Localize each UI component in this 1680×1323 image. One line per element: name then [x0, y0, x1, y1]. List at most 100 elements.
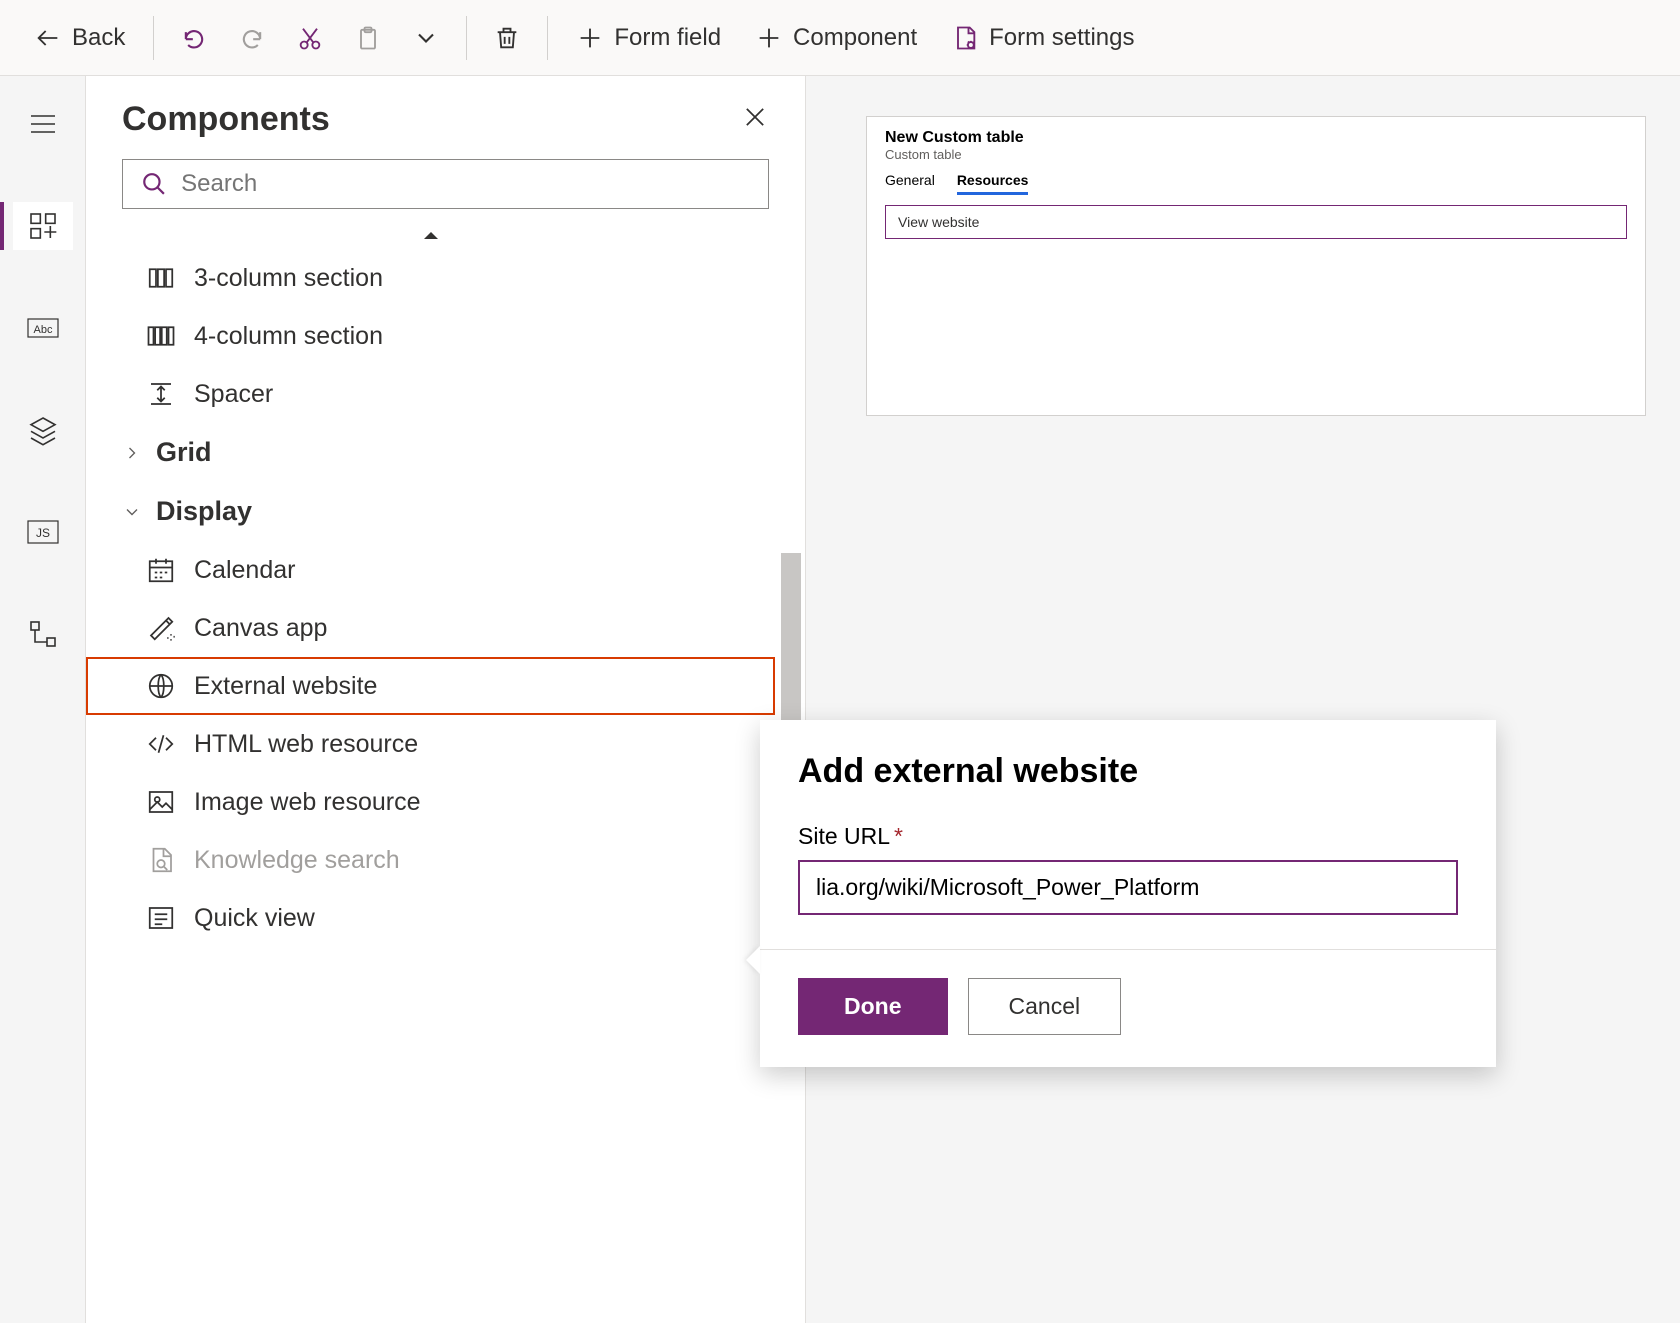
tree-item-label: Spacer — [194, 380, 273, 409]
redo-icon — [238, 24, 266, 52]
rail-components[interactable] — [13, 202, 73, 250]
tree-item-label: Canvas app — [194, 614, 327, 643]
tab-general[interactable]: General — [885, 172, 935, 195]
knowledge-search-icon — [146, 845, 176, 875]
tree-item-label: Knowledge search — [194, 846, 400, 875]
toolbar-divider — [547, 16, 548, 60]
group-label: Display — [156, 496, 252, 527]
spacer-icon — [146, 379, 176, 409]
panel-title: Components — [122, 100, 330, 139]
tree-item-label: Image web resource — [194, 788, 421, 817]
tree-item-label: 4-column section — [194, 322, 383, 351]
dialog-title: Add external website — [798, 752, 1458, 791]
tree-group-grid[interactable]: Grid — [86, 423, 775, 482]
chevron-right-icon — [122, 443, 142, 463]
panel-close-button[interactable] — [741, 103, 769, 136]
top-toolbar: Back Form field Component Form settings — [0, 0, 1680, 76]
add-component-button[interactable]: Component — [741, 16, 931, 60]
form-field-label: Form field — [614, 24, 721, 52]
search-icon — [141, 170, 167, 198]
rail-js[interactable]: JS — [13, 508, 73, 556]
form-preview[interactable]: New Custom table Custom table General Re… — [866, 116, 1646, 416]
layers-icon — [27, 414, 59, 446]
rail-layers[interactable] — [13, 406, 73, 454]
rail-fields[interactable]: Abc — [13, 304, 73, 352]
paste-dropdown[interactable] — [400, 16, 452, 60]
tree-group-display[interactable]: Display — [86, 482, 775, 541]
dialog-divider — [760, 949, 1496, 950]
search-box[interactable] — [122, 159, 769, 209]
cancel-button[interactable]: Cancel — [968, 978, 1122, 1035]
hamburger-icon — [27, 108, 59, 140]
form-settings-icon — [951, 24, 979, 52]
tree-item-4col[interactable]: 4-column section — [86, 307, 775, 365]
plus-icon — [755, 24, 783, 52]
tree-item-label: Calendar — [194, 556, 295, 585]
code-icon — [146, 729, 176, 759]
done-button[interactable]: Done — [798, 978, 948, 1035]
cut-icon — [296, 24, 324, 52]
image-icon — [146, 787, 176, 817]
form-settings-label: Form settings — [989, 24, 1134, 52]
tree-item-label: HTML web resource — [194, 730, 418, 759]
tree-item-quick-view[interactable]: Quick view — [86, 889, 775, 947]
paste-icon — [354, 24, 382, 52]
undo-icon — [180, 24, 208, 52]
undo-button[interactable] — [168, 16, 220, 60]
tab-resources[interactable]: Resources — [957, 172, 1029, 195]
paste-button[interactable] — [342, 16, 394, 60]
globe-icon — [146, 671, 176, 701]
form-canvas: New Custom table Custom table General Re… — [806, 76, 1680, 1323]
form-section[interactable]: View website — [885, 205, 1627, 239]
tree-item-knowledge-search: Knowledge search — [86, 831, 775, 889]
quick-view-icon — [146, 903, 176, 933]
caret-up-icon — [423, 230, 439, 240]
tree-item-3col[interactable]: 3-column section — [86, 249, 775, 307]
form-subtitle: Custom table — [885, 147, 1627, 162]
cut-button[interactable] — [284, 16, 336, 60]
arrow-left-icon — [34, 24, 62, 52]
plus-icon — [576, 24, 604, 52]
scroll-up-button[interactable] — [86, 223, 775, 249]
rail-hamburger[interactable] — [13, 100, 73, 148]
svg-text:Abc: Abc — [33, 324, 52, 336]
delete-button[interactable] — [481, 16, 533, 60]
toolbar-divider — [466, 16, 467, 60]
form-settings-button[interactable]: Form settings — [937, 16, 1148, 60]
rail-tree[interactable] — [13, 610, 73, 658]
close-icon — [741, 103, 769, 131]
tree-item-label: Quick view — [194, 904, 315, 933]
add-external-website-dialog: Add external website Site URL* Done Canc… — [760, 720, 1496, 1067]
tree-item-canvas-app[interactable]: Canvas app — [86, 599, 775, 657]
back-label: Back — [72, 24, 125, 52]
tree-item-html-resource[interactable]: HTML web resource — [86, 715, 775, 773]
tree-item-external-website[interactable]: External website — [86, 657, 775, 715]
toolbar-divider — [153, 16, 154, 60]
tree-item-spacer[interactable]: Spacer — [86, 365, 775, 423]
tree-item-calendar[interactable]: Calendar — [86, 541, 775, 599]
site-url-label: Site URL* — [798, 823, 1458, 850]
group-label: Grid — [156, 437, 212, 468]
form-title: New Custom table — [885, 129, 1627, 147]
section-label: View website — [898, 214, 979, 230]
site-url-input[interactable] — [798, 860, 1458, 915]
chevron-down-icon — [412, 24, 440, 52]
search-input[interactable] — [181, 170, 750, 198]
tree-item-image-resource[interactable]: Image web resource — [86, 773, 775, 831]
component-tree: 3-column section 4-column section Spacer… — [86, 223, 805, 1323]
columns3-icon — [146, 263, 176, 293]
redo-button[interactable] — [226, 16, 278, 60]
back-button[interactable]: Back — [20, 16, 139, 60]
columns4-icon — [146, 321, 176, 351]
svg-text:JS: JS — [35, 526, 49, 540]
add-form-field-button[interactable]: Form field — [562, 16, 735, 60]
abc-icon: Abc — [27, 312, 59, 344]
components-panel: Components 3-column section 4-column sec… — [86, 76, 806, 1323]
form-tabs: General Resources — [885, 172, 1627, 195]
left-rail: Abc JS — [0, 76, 86, 1323]
js-icon: JS — [27, 516, 59, 548]
tree-icon — [27, 618, 59, 650]
chevron-down-icon — [122, 502, 142, 522]
required-asterisk: * — [894, 823, 903, 849]
tree-item-label: 3-column section — [194, 264, 383, 293]
